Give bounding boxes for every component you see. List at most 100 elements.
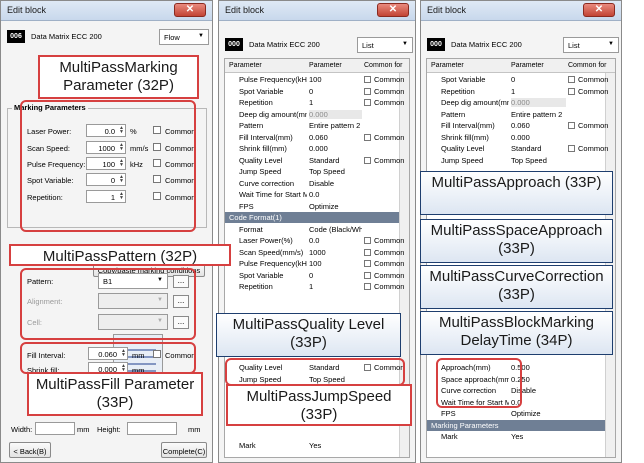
- grid-row-value[interactable]: Optimize: [309, 202, 362, 211]
- grid-row-value[interactable]: Code (Black/Whit: [309, 225, 362, 234]
- marking-parameters-highlight: [20, 100, 196, 232]
- complete-button[interactable]: Complete(C): [161, 442, 207, 458]
- grid-row-value[interactable]: 0.0: [309, 236, 362, 245]
- callout-pattern-text: MultiPassPattern (32P): [42, 248, 198, 265]
- close-button[interactable]: ✕: [174, 3, 206, 17]
- section-code-format[interactable]: Code Format(1): [225, 212, 399, 223]
- common-checkbox[interactable]: [364, 87, 371, 95]
- grid-row[interactable]: Format Code (Black/Whit: [225, 224, 399, 235]
- width-input[interactable]: [35, 422, 75, 435]
- back-button[interactable]: < Back(B): [9, 442, 51, 458]
- common-checkbox[interactable]: [568, 145, 575, 152]
- column-header-parameter[interactable]: Parameter: [229, 62, 262, 69]
- grid-row-value[interactable]: 1000: [309, 248, 362, 257]
- grid-row[interactable]: Deep dig amount(mm 0.000: [225, 109, 399, 120]
- grid-row-value[interactable]: 0.000: [511, 98, 566, 107]
- common-checkbox[interactable]: [364, 271, 371, 279]
- grid-row[interactable]: Wait Time for Start M 0.0: [225, 189, 399, 200]
- grid-row[interactable]: Quality Level Standard Common: [427, 143, 608, 154]
- common-checkbox[interactable]: [364, 133, 371, 141]
- height-input[interactable]: [127, 422, 177, 435]
- grid-row[interactable]: Mark Yes: [427, 431, 605, 442]
- common-checkbox[interactable]: [364, 237, 371, 244]
- common-checkbox[interactable]: [364, 156, 371, 164]
- grid-row-value[interactable]: 100: [309, 259, 362, 268]
- grid-row[interactable]: FPS Optimize: [225, 201, 399, 212]
- grid-row-value[interactable]: 0: [309, 87, 362, 96]
- common-checkbox[interactable]: [568, 122, 575, 129]
- common-checkbox[interactable]: [568, 76, 575, 83]
- grid-row[interactable]: Quality Level Standard Common: [225, 155, 404, 166]
- column-header-value[interactable]: Parameter: [309, 62, 342, 69]
- grid-row[interactable]: Jump Speed Top Speed: [427, 155, 605, 166]
- grid-row-value[interactable]: Yes: [511, 432, 566, 441]
- grid-row[interactable]: Deep dig amount(mm 0.000: [427, 97, 605, 108]
- common-checkbox[interactable]: [568, 87, 575, 95]
- view-mode-select[interactable]: List ▼: [357, 37, 413, 53]
- grid-row-value[interactable]: 0: [309, 271, 362, 280]
- grid-row-value[interactable]: Top Speed: [511, 156, 566, 165]
- callout-multipass-jump: MultiPassJumpSpeed (33P): [226, 384, 412, 426]
- grid-row[interactable]: Laser Power(%) 0.0 Common: [225, 235, 404, 246]
- grid-row[interactable]: Spot Variable 0 Common: [225, 86, 404, 97]
- title-bar: Edit block ✕: [1, 1, 212, 21]
- grid-row[interactable]: Curve correction Disable: [225, 178, 399, 189]
- grid-row-value[interactable]: 1: [511, 87, 566, 96]
- grid-row[interactable]: Jump Speed Top Speed: [225, 166, 399, 177]
- barcode-type-label: Data Matrix ECC 200: [31, 32, 102, 41]
- grid-row-value[interactable]: 0.0: [309, 190, 362, 199]
- common-checkbox[interactable]: [364, 260, 371, 267]
- grid-row[interactable]: Mark Yes: [225, 440, 399, 451]
- common-checkbox[interactable]: [364, 248, 371, 256]
- grid-row[interactable]: Pulse Frequency(kHz 100 Common: [225, 258, 404, 269]
- close-button[interactable]: ✕: [583, 3, 615, 17]
- column-header-common[interactable]: Common for: [364, 62, 403, 69]
- grid-row-value[interactable]: 1: [309, 282, 362, 291]
- view-mode-value: List: [568, 41, 580, 50]
- grid-row-name: Repetition: [441, 86, 475, 96]
- callout-multipass-approach: MultiPassApproach (33P): [420, 171, 613, 215]
- column-header-common[interactable]: Common for: [568, 62, 607, 69]
- grid-row[interactable]: Shrink fill(mm) 0.000: [225, 143, 399, 154]
- grid-row-name: Pattern: [239, 121, 264, 130]
- grid-row-value[interactable]: Optimize: [511, 409, 566, 418]
- close-button[interactable]: ✕: [377, 3, 409, 17]
- grid-row[interactable]: FPS Optimize: [427, 408, 605, 419]
- grid-row-value[interactable]: 1: [309, 98, 362, 107]
- grid-row[interactable]: Repetition 1 Common: [225, 97, 404, 108]
- column-header-parameter[interactable]: Parameter: [431, 62, 464, 69]
- common-checkbox[interactable]: [364, 99, 371, 106]
- view-mode-select[interactable]: List ▼: [563, 37, 619, 53]
- grid-row[interactable]: Pattern Entire pattern 2: [225, 120, 399, 131]
- grid-row[interactable]: Scan Speed(mm/s) 1000 Common: [225, 247, 404, 258]
- grid-row-value[interactable]: Standard: [309, 156, 362, 165]
- grid-row-value[interactable]: Entire pattern 2: [309, 121, 362, 130]
- grid-row-value[interactable]: 0.000: [309, 109, 362, 119]
- grid-row[interactable]: Fill Interval(mm) 0.060 Common: [225, 132, 404, 143]
- grid-row-common-label: Common: [374, 75, 405, 84]
- grid-row[interactable]: Shrink fill(mm) 0.000: [427, 132, 605, 143]
- grid-row[interactable]: Pattern Entire pattern 2: [427, 109, 605, 120]
- grid-row-value[interactable]: Top Speed: [309, 167, 362, 176]
- grid-row-value[interactable]: Standard: [511, 144, 566, 153]
- grid-row-value[interactable]: Disable: [309, 179, 362, 188]
- grid-row-value[interactable]: Entire pattern 2: [511, 110, 566, 119]
- grid-row[interactable]: Fill Interval(mm) 0.060 Common: [427, 120, 608, 131]
- grid-row[interactable]: Repetition 1 Common: [225, 281, 404, 292]
- column-header-value[interactable]: Parameter: [511, 62, 544, 69]
- grid-row-value[interactable]: 100: [309, 75, 362, 84]
- grid-row[interactable]: Repetition 1 Common: [427, 86, 608, 97]
- grid-row[interactable]: Spot Variable 0 Common: [225, 270, 404, 281]
- grid-row-value[interactable]: 0.060: [511, 121, 566, 130]
- grid-row[interactable]: Spot Variable 0 Common: [427, 74, 608, 85]
- grid-row-value[interactable]: 0.000: [511, 133, 566, 142]
- grid-row-value[interactable]: 0: [511, 75, 566, 84]
- section-marking-parameters[interactable]: Marking Parameters: [427, 419, 605, 431]
- grid-row-value[interactable]: Yes: [309, 441, 362, 450]
- grid-row-value[interactable]: 0.000: [309, 144, 362, 153]
- grid-row-value[interactable]: 0.060: [309, 133, 362, 142]
- grid-row[interactable]: Pulse Frequency(kHz 100 Common: [225, 74, 404, 85]
- common-checkbox[interactable]: [364, 76, 371, 83]
- common-checkbox[interactable]: [364, 283, 371, 290]
- view-mode-select[interactable]: Flow ▼: [159, 29, 209, 45]
